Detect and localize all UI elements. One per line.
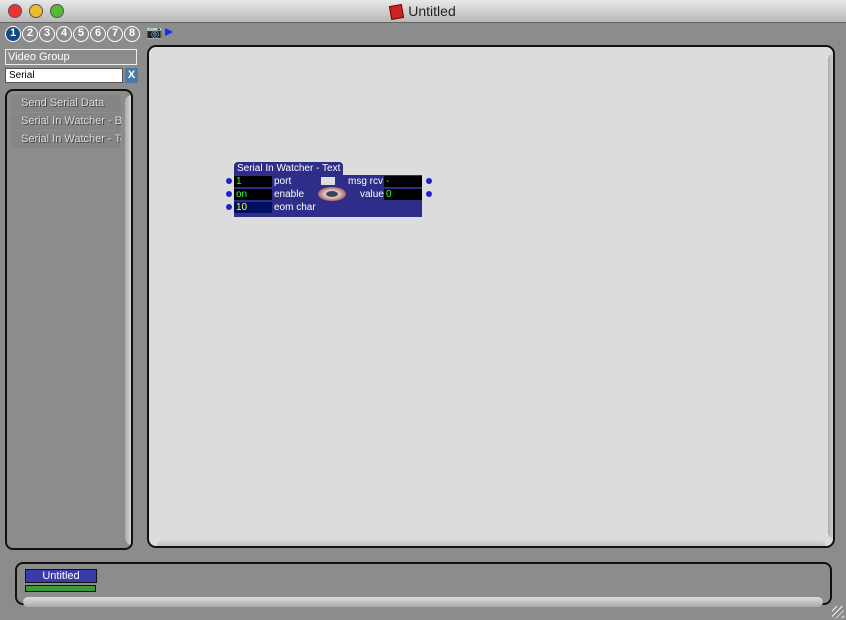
list-item[interactable]: Serial In Watcher - Text [11, 131, 121, 148]
scene-tab-3[interactable]: 3 [39, 26, 55, 42]
zoom-button[interactable] [50, 4, 64, 18]
scene-tab-5[interactable]: 5 [73, 26, 89, 42]
enable-label: enable [274, 189, 305, 200]
scene-tab-1[interactable]: 1 [5, 26, 21, 42]
scene-tabs: 1 2 3 4 5 6 7 8 [5, 26, 140, 42]
msg-rcv-field: - [384, 176, 422, 187]
actor-title: Serial In Watcher - Text [234, 162, 344, 175]
close-button[interactable] [8, 4, 22, 18]
eom-char-field[interactable]: 10 [234, 202, 272, 213]
project-progress-bar [25, 585, 96, 592]
scene-tab-7[interactable]: 7 [107, 26, 123, 42]
port-field[interactable]: 1 [234, 176, 272, 187]
value-field: 0 [384, 189, 422, 200]
minimize-button[interactable] [29, 4, 43, 18]
scene-tab-6[interactable]: 6 [90, 26, 106, 42]
resize-grip[interactable] [832, 606, 844, 618]
document-icon [389, 3, 405, 20]
canvas-vertical-scrollbar[interactable] [828, 53, 833, 539]
input-port[interactable] [226, 178, 232, 184]
port-label: port [274, 176, 292, 187]
msg-rcv-label: msg rcv [348, 176, 383, 187]
input-port[interactable] [226, 191, 232, 197]
scene-tab-4[interactable]: 4 [56, 26, 72, 42]
scene-tab-8[interactable]: 8 [124, 26, 140, 42]
actor-list: Send Serial Data Serial In Watcher - Bin… [5, 89, 133, 550]
value-label: value [360, 189, 384, 200]
plug-icon [321, 177, 335, 185]
group-label: Video Group [5, 49, 137, 65]
play-arrow-icon[interactable] [165, 28, 173, 36]
project-panel: Untitled [15, 562, 832, 607]
eom-char-label: eom char [274, 202, 316, 213]
output-port[interactable] [426, 191, 432, 197]
canvas-horizontal-scrollbar[interactable] [157, 539, 825, 546]
scene-tab-2[interactable]: 2 [22, 26, 38, 42]
clear-search-button[interactable]: X [125, 68, 138, 83]
enable-field[interactable]: on [234, 189, 272, 200]
list-scrollbar[interactable] [125, 95, 131, 545]
project-scrollbar[interactable] [23, 597, 823, 607]
eye-icon [318, 187, 346, 201]
list-item[interactable]: Serial In Watcher - Binary [11, 113, 121, 130]
input-port[interactable] [226, 204, 232, 210]
search-input[interactable]: Serial [5, 68, 123, 83]
title-bar: Untitled [0, 0, 846, 23]
project-button[interactable]: Untitled [25, 569, 97, 583]
scene-canvas[interactable]: Serial In Watcher - Text 1 on 10 port en… [147, 45, 835, 548]
actor-serial-in-watcher[interactable]: Serial In Watcher - Text 1 on 10 port en… [226, 162, 432, 217]
output-port[interactable] [426, 178, 432, 184]
list-item[interactable]: Send Serial Data [11, 95, 121, 112]
window-title: Untitled [408, 3, 456, 19]
camera-icon[interactable]: 📷 [146, 24, 162, 40]
